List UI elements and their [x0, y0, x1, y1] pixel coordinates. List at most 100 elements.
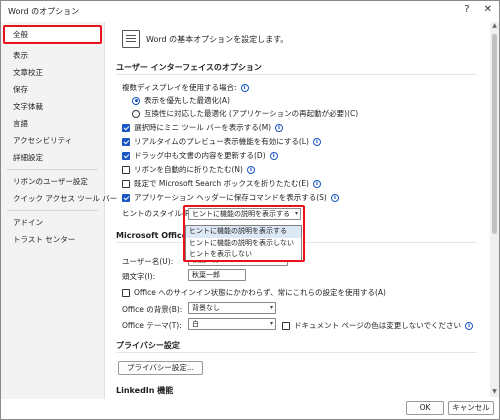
no-change-page-row[interactable]: ドキュメント ページの色は変更しないでください i: [282, 320, 474, 331]
options-icon: [122, 30, 140, 48]
info-icon: i: [312, 179, 321, 188]
tip-style-value: ヒントに機能の説明を表示する: [192, 210, 290, 218]
no-change-page-label: ドキュメント ページの色は変更しないでください: [294, 321, 462, 330]
initials-label: 頭文字(I):: [122, 272, 156, 281]
show-save-label: アプリケーション ヘッダーに保存コマンドを表示する(S): [134, 193, 327, 202]
mini-toolbar-label: 選択時にミニ ツール バーを表示する(M): [134, 123, 272, 132]
info-icon: i: [240, 83, 249, 92]
sidebar-item-typography[interactable]: 文字体裁: [1, 98, 104, 115]
username-label: ユーザー名(U):: [122, 257, 174, 266]
chevron-down-icon: ▾: [269, 304, 273, 311]
info-icon: i: [312, 137, 321, 146]
sidebar-item-advanced[interactable]: 詳細設定: [1, 149, 104, 166]
drag-update-row[interactable]: ドラッグ中も文書の内容を更新する(D) i: [122, 150, 278, 161]
collapse-search-row[interactable]: 既定で Microsoft Search ボックスを折りたたむ(E) i: [122, 178, 321, 189]
sidebar-item-proofing[interactable]: 文章校正: [1, 64, 104, 81]
radio-optimize-row[interactable]: 表示を優先した最適化(A): [132, 95, 230, 106]
section-divider: [116, 74, 477, 75]
sidebar-item-language[interactable]: 言語: [1, 115, 104, 132]
radio-optimize-label: 表示を優先した最適化(A): [144, 96, 230, 105]
chevron-down-icon: ▾: [294, 210, 298, 217]
info-icon: i: [465, 321, 474, 330]
scroll-thumb[interactable]: [492, 34, 497, 234]
info-icon: i: [269, 151, 278, 160]
show-save-checkbox[interactable]: [122, 193, 130, 202]
radio-compat[interactable]: [132, 109, 140, 118]
ui-section-title: ユーザー インターフェイスのオプション: [116, 63, 262, 72]
sidebar-item-addins[interactable]: アドイン: [1, 214, 104, 231]
collapse-ribbon-row[interactable]: リボンを自動的に折りたたむ(N) i: [122, 164, 255, 175]
linkedin-section-title: LinkedIn 機能: [116, 386, 174, 395]
collapse-search-label: 既定で Microsoft Search ボックスを折りたたむ(E): [134, 179, 309, 188]
scroll-down-icon[interactable]: ▼: [490, 388, 499, 397]
chevron-down-icon: ▾: [269, 320, 273, 327]
background-label-row: Office の背景(B):: [122, 304, 182, 315]
tip-style-label-row: ヒントのスタイル(R):: [122, 208, 196, 219]
sidebar-item-save[interactable]: 保存: [1, 81, 104, 98]
page-header: Word の基本オプションを設定します。: [122, 30, 288, 48]
live-preview-row[interactable]: リアルタイムのプレビュー表示機能を有効にする(L) i: [122, 136, 321, 147]
privacy-settings-button[interactable]: プライバシー設定...: [118, 361, 204, 375]
mini-toolbar-checkbox[interactable]: [122, 123, 130, 132]
ok-button[interactable]: OK: [406, 401, 444, 415]
collapse-search-checkbox[interactable]: [122, 179, 130, 188]
title-bar: Word のオプション ? ✕: [0, 0, 500, 22]
sidebar-item-accessibility[interactable]: アクセシビリティ: [1, 132, 104, 149]
multi-display-label: 複数ディスプレイを使用する場合:: [122, 83, 237, 92]
mini-toolbar-row[interactable]: 選択時にミニ ツール バーを表示する(M) i: [122, 122, 284, 133]
always-use-label: Office へのサインイン状態にかかわらず、常にこれらの設定を使用する(A): [134, 288, 386, 297]
live-preview-checkbox[interactable]: [122, 137, 130, 146]
theme-label: Office テーマ(T):: [122, 321, 182, 330]
main-content: Word の基本オプションを設定します。 ユーザー インターフェイスのオプション…: [106, 22, 491, 397]
tip-style-label: ヒントのスタイル(R):: [122, 209, 196, 218]
help-button[interactable]: ?: [464, 4, 469, 15]
theme-label-row: Office テーマ(T):: [122, 320, 182, 331]
live-preview-label: リアルタイムのプレビュー表示機能を有効にする(L): [134, 137, 309, 146]
info-icon: i: [246, 165, 255, 174]
sidebar-item-customize-ribbon[interactable]: リボンのユーザー設定: [1, 173, 104, 190]
radio-compat-row[interactable]: 互換性に対応した最適化 (アプリケーションの再起動が必要)(C): [132, 108, 358, 119]
window-title: Word のオプション: [8, 6, 80, 16]
initials-label-row: 頭文字(I):: [122, 271, 155, 282]
cancel-button[interactable]: キャンセル: [448, 401, 494, 415]
sidebar-item-trust-center[interactable]: トラスト センター: [1, 231, 104, 248]
radio-optimize[interactable]: [132, 96, 140, 105]
sidebar-item-quick-access[interactable]: クイック アクセス ツール バー: [1, 190, 117, 207]
sidebar-separator: [7, 169, 98, 170]
privacy-section-title: プライバシー設定: [116, 341, 180, 350]
collapse-ribbon-checkbox[interactable]: [122, 165, 130, 174]
drag-update-label: ドラッグ中も文書の内容を更新する(D): [134, 151, 266, 160]
dialog-footer: OK キャンセル: [106, 399, 499, 419]
background-select[interactable]: 背景なし ▾: [188, 302, 276, 314]
radio-compat-label: 互換性に対応した最適化 (アプリケーションの再起動が必要)(C): [144, 109, 359, 118]
tip-option-hide-description[interactable]: ヒントに機能の説明を表示しない: [186, 238, 301, 250]
info-icon: i: [330, 193, 339, 202]
no-change-page-checkbox[interactable]: [282, 321, 290, 330]
sidebar-item-display[interactable]: 表示: [1, 47, 104, 64]
page-title: Word の基本オプションを設定します。: [146, 34, 289, 44]
always-use-checkbox[interactable]: [122, 288, 130, 297]
info-icon: i: [275, 123, 284, 132]
tip-style-dropdown: ヒントに機能の説明を表示する ヒントに機能の説明を表示しない ヒントを表示しない: [185, 225, 302, 261]
background-label: Office の背景(B):: [122, 305, 183, 314]
sidebar: 全般 表示 文章校正 保存 文字体裁 言語 アクセシビリティ 詳細設定 リボンの…: [1, 22, 117, 399]
tip-option-show-description[interactable]: ヒントに機能の説明を表示する: [186, 226, 301, 238]
drag-update-checkbox[interactable]: [122, 151, 130, 160]
close-button[interactable]: ✕: [484, 4, 492, 15]
theme-value: 白: [192, 320, 199, 328]
tip-option-none[interactable]: ヒントを表示しない: [186, 249, 301, 261]
section-divider: [116, 352, 477, 353]
tip-style-select[interactable]: ヒントに機能の説明を表示する ▾: [188, 208, 301, 220]
scrollbar[interactable]: ▲ ▼: [490, 22, 499, 397]
background-value: 背景なし: [192, 304, 220, 312]
sidebar-separator: [7, 210, 98, 211]
username-label-row: ユーザー名(U):: [122, 256, 173, 267]
multi-display-label-row: 複数ディスプレイを使用する場合: i: [122, 82, 249, 93]
initials-input[interactable]: 秋葉一郎: [188, 269, 246, 281]
scroll-up-icon[interactable]: ▲: [490, 22, 499, 31]
always-use-row[interactable]: Office へのサインイン状態にかかわらず、常にこれらの設定を使用する(A): [122, 287, 386, 298]
theme-select[interactable]: 白 ▾: [188, 318, 276, 330]
show-save-row[interactable]: アプリケーション ヘッダーに保存コマンドを表示する(S) i: [122, 192, 339, 203]
sidebar-item-general[interactable]: 全般: [3, 25, 102, 44]
collapse-ribbon-label: リボンを自動的に折りたたむ(N): [134, 165, 243, 174]
